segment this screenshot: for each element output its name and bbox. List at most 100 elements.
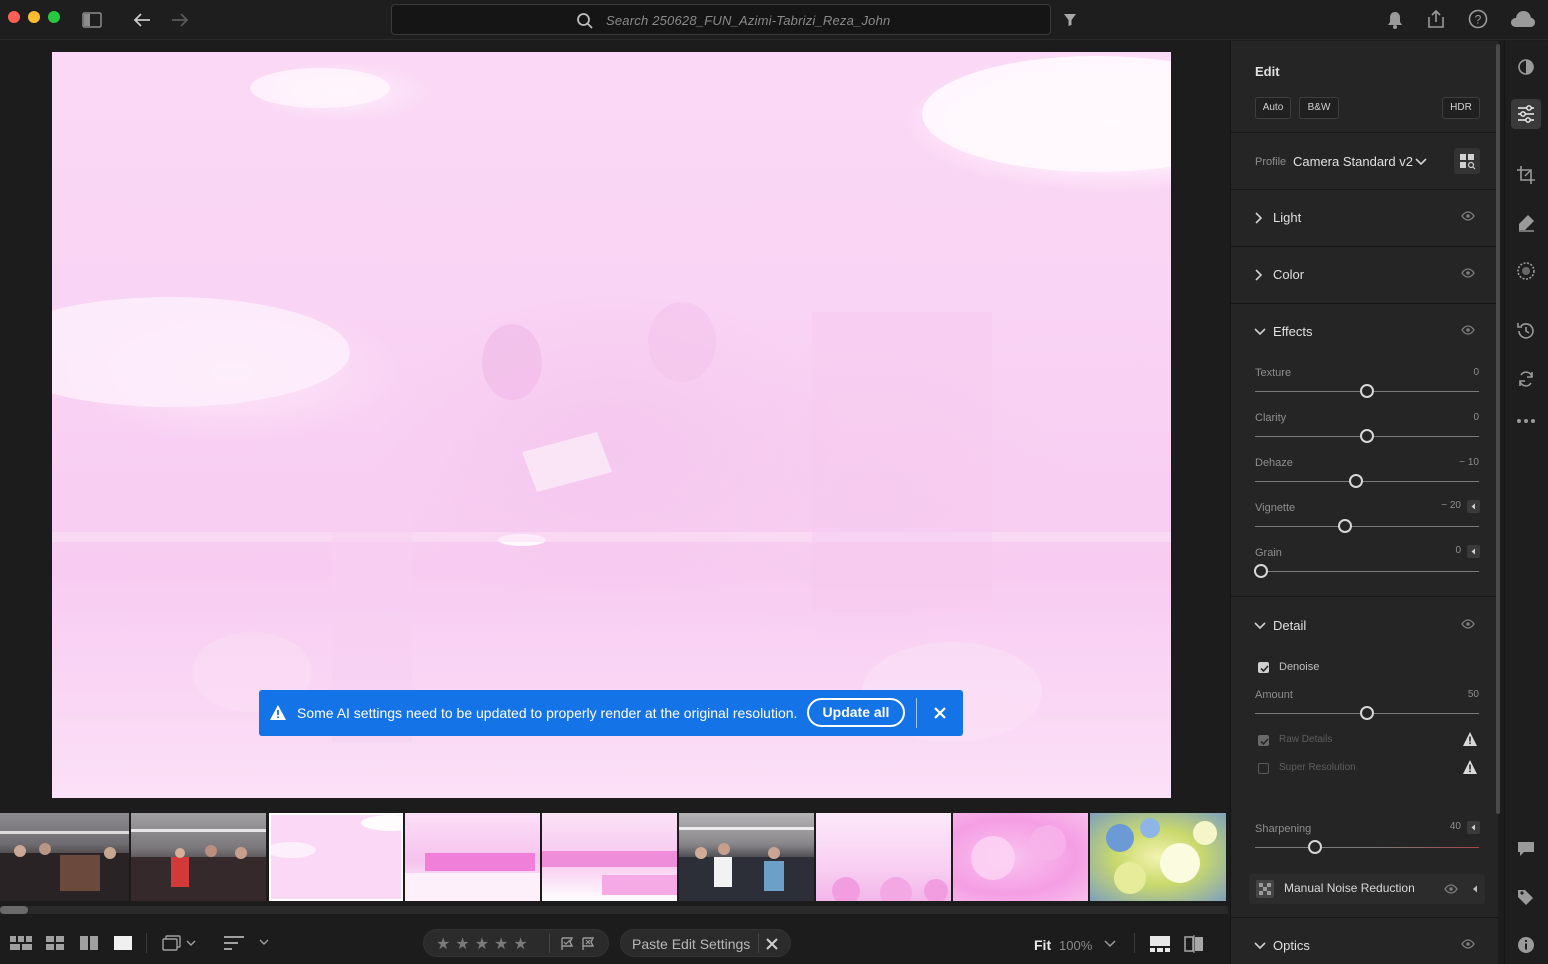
crop-icon[interactable] <box>1511 160 1541 190</box>
slider-value[interactable]: 50 <box>1439 689 1479 700</box>
profile-browser-icon[interactable] <box>1454 148 1480 174</box>
compare-view-icon[interactable] <box>80 936 98 950</box>
warning-icon[interactable] <box>1462 731 1478 747</box>
slider-track[interactable] <box>1255 571 1479 572</box>
close-icon[interactable] <box>933 706 947 720</box>
eye-icon[interactable] <box>1461 325 1475 335</box>
versions-icon[interactable] <box>1511 316 1541 346</box>
manual-noise-reduction-row[interactable]: Manual Noise Reduction <box>1249 874 1485 904</box>
raw-details-checkbox[interactable] <box>1258 735 1269 746</box>
auto-button[interactable]: Auto <box>1255 97 1291 119</box>
filter-icon[interactable] <box>1060 10 1080 30</box>
slider-value[interactable]: − 20 <box>1421 500 1461 511</box>
eye-icon[interactable] <box>1461 268 1475 278</box>
window-close-button[interactable] <box>8 11 20 23</box>
info-icon[interactable] <box>1511 930 1541 960</box>
back-arrow-icon[interactable] <box>130 8 154 32</box>
eye-icon[interactable] <box>1461 939 1475 949</box>
chevron-down-icon[interactable] <box>1254 328 1266 336</box>
filmstrip-thumbnail[interactable] <box>816 813 951 901</box>
chevron-down-icon[interactable] <box>1415 158 1427 166</box>
slider-track[interactable] <box>1255 481 1479 482</box>
filmstrip-scrollbar-thumb[interactable] <box>0 906 28 914</box>
sort-icon[interactable] <box>224 936 272 950</box>
presets-icon[interactable] <box>1511 52 1541 82</box>
denoise-checkbox[interactable] <box>1258 662 1269 673</box>
slider-value[interactable]: − 10 <box>1439 457 1479 468</box>
keywords-icon[interactable] <box>1511 882 1541 912</box>
forward-arrow-icon[interactable] <box>168 8 192 32</box>
slider-knob[interactable] <box>1308 840 1323 854</box>
zoom-fit-label[interactable]: Fit <box>1034 937 1051 953</box>
grid-view-icon[interactable] <box>10 936 32 950</box>
section-effects[interactable]: Effects <box>1273 324 1313 339</box>
filmstrip-thumbnail[interactable] <box>679 813 814 901</box>
expand-left-icon[interactable] <box>1467 500 1480 513</box>
profile-value[interactable]: Camera Standard v2 <box>1293 154 1413 169</box>
filmstrip-thumbnail[interactable] <box>542 813 677 901</box>
help-icon[interactable]: ? <box>1467 8 1489 30</box>
section-detail[interactable]: Detail <box>1273 618 1306 633</box>
expand-left-icon[interactable] <box>1467 545 1480 558</box>
expand-left-icon[interactable] <box>1470 883 1480 895</box>
section-color[interactable]: Color <box>1273 267 1304 282</box>
paste-edit-settings-button[interactable]: Paste Edit Settings <box>632 936 750 952</box>
cloud-icon[interactable] <box>1508 8 1538 30</box>
remix-icon[interactable] <box>1511 364 1541 394</box>
star-rating[interactable]: ★★★★★ <box>436 934 533 954</box>
sidebar-toggle-icon[interactable] <box>80 8 104 32</box>
slider-track[interactable] <box>1255 847 1479 848</box>
eye-icon[interactable] <box>1461 619 1475 629</box>
slider-value[interactable]: 0 <box>1421 545 1461 556</box>
photo-canvas[interactable] <box>52 52 1171 798</box>
slideshow-icon[interactable] <box>162 935 198 951</box>
window-zoom-button[interactable] <box>48 11 60 23</box>
chevron-right-icon[interactable] <box>1255 269 1263 281</box>
section-optics[interactable]: Optics <box>1273 938 1310 953</box>
pick-flag-icon[interactable] <box>560 937 574 951</box>
before-after-icon[interactable] <box>1184 935 1204 953</box>
share-icon[interactable] <box>1425 8 1447 30</box>
filmstrip-thumbnail-selected[interactable] <box>269 813 403 901</box>
detail-view-icon[interactable] <box>114 936 132 950</box>
slider-knob[interactable] <box>1360 706 1374 720</box>
eye-icon[interactable] <box>1461 211 1475 221</box>
super-resolution-checkbox[interactable] <box>1258 763 1269 774</box>
edit-panel-scrollbar[interactable] <box>1496 44 1500 814</box>
chevron-down-icon[interactable] <box>1104 940 1116 948</box>
filmstrip-thumbnail[interactable] <box>405 813 540 901</box>
close-icon[interactable] <box>766 938 778 950</box>
slider-knob[interactable] <box>1348 474 1363 488</box>
filmstrip-thumbnail[interactable] <box>131 813 266 901</box>
slider-value[interactable]: 0 <box>1439 367 1479 378</box>
update-all-button[interactable]: Update all <box>807 698 905 727</box>
slider-knob[interactable] <box>1360 429 1374 443</box>
filmstrip-toggle-icon[interactable] <box>1150 936 1170 952</box>
filmstrip-thumbnail[interactable] <box>0 813 129 901</box>
slider-knob[interactable] <box>1254 564 1268 578</box>
warning-icon[interactable] <box>1462 759 1478 775</box>
bell-icon[interactable] <box>1384 9 1406 31</box>
window-minimize-button[interactable] <box>28 11 40 23</box>
eye-icon[interactable] <box>1444 884 1458 894</box>
filmstrip-scrollbar[interactable] <box>0 906 1228 914</box>
edit-sliders-icon[interactable] <box>1511 99 1541 129</box>
slider-knob[interactable] <box>1337 519 1352 533</box>
filmstrip-thumbnail[interactable] <box>1090 813 1226 901</box>
slider-value[interactable]: 40 <box>1421 821 1461 832</box>
square-grid-icon[interactable] <box>46 936 64 950</box>
masking-icon[interactable] <box>1511 256 1541 286</box>
slider-track[interactable] <box>1255 526 1479 527</box>
healing-icon[interactable] <box>1511 208 1541 238</box>
filmstrip-thumbnail[interactable] <box>953 813 1088 901</box>
zoom-percent[interactable]: 100% <box>1059 938 1092 953</box>
more-icon[interactable] <box>1511 406 1541 436</box>
section-light[interactable]: Light <box>1273 210 1301 225</box>
chevron-down-icon[interactable] <box>1254 942 1266 950</box>
reject-flag-icon[interactable] <box>581 937 595 951</box>
chevron-down-icon[interactable] <box>1254 622 1266 630</box>
slider-knob[interactable] <box>1360 384 1374 398</box>
hdr-button[interactable]: HDR <box>1442 97 1480 119</box>
chevron-right-icon[interactable] <box>1255 212 1263 224</box>
expand-left-icon[interactable] <box>1467 821 1480 834</box>
